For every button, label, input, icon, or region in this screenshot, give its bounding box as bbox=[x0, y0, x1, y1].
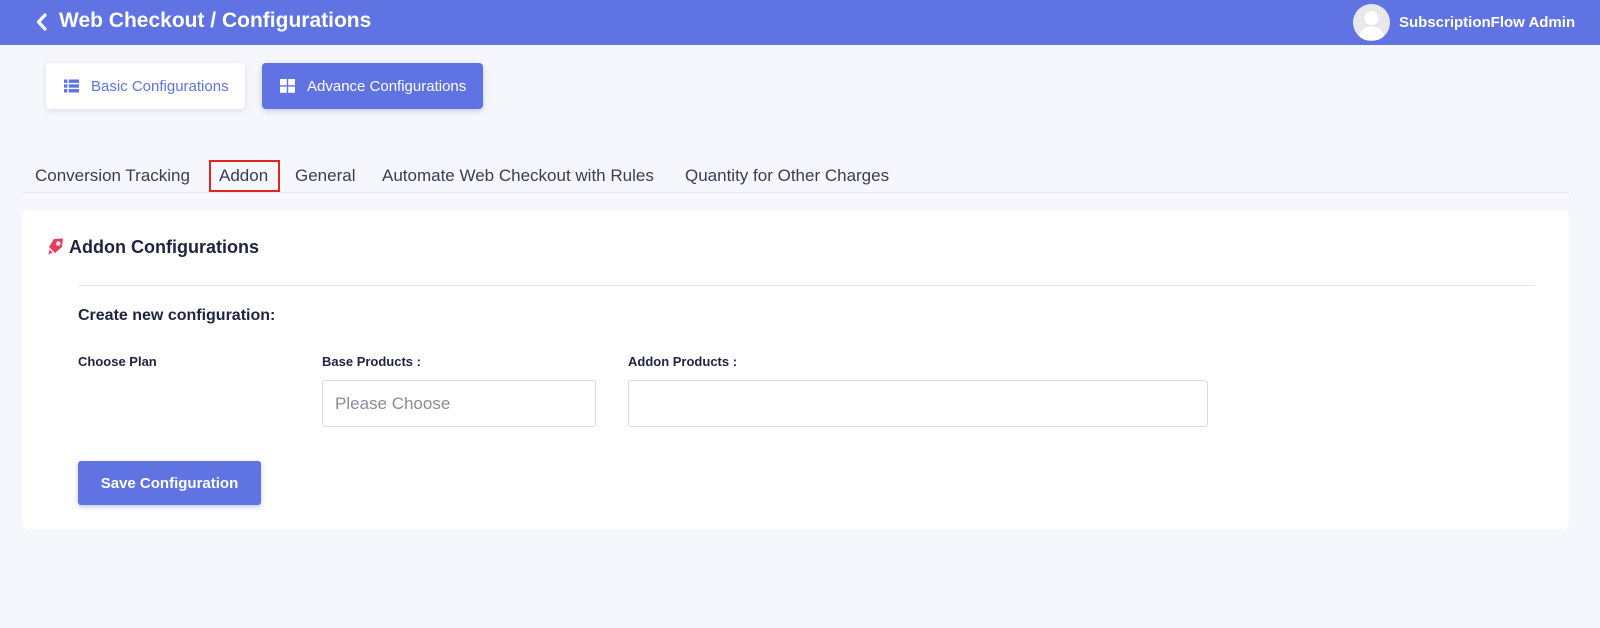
top-bar: Web Checkout / Configurations Subscripti… bbox=[0, 0, 1600, 45]
save-configuration-button[interactable]: Save Configuration bbox=[78, 461, 261, 505]
tab-quantity-other-charges[interactable]: Quantity for Other Charges bbox=[685, 166, 889, 186]
user-avatar-icon[interactable] bbox=[1353, 4, 1390, 41]
base-products-select[interactable]: Please Choose bbox=[322, 380, 596, 427]
base-products-placeholder: Please Choose bbox=[335, 393, 451, 413]
addon-configurations-card: Addon Configurations Create new configur… bbox=[22, 210, 1569, 529]
basic-configurations-button[interactable]: Basic Configurations bbox=[46, 63, 245, 109]
tab-addon[interactable]: Addon bbox=[219, 166, 268, 186]
page-title: Web Checkout / Configurations bbox=[59, 9, 372, 32]
advance-configurations-button[interactable]: Advance Configurations bbox=[262, 63, 483, 109]
divider bbox=[78, 285, 1535, 286]
chevron-left-icon[interactable] bbox=[34, 12, 50, 32]
choose-plan-label: Choose Plan bbox=[78, 354, 157, 369]
grid-icon bbox=[280, 79, 295, 93]
section-heading: Create new configuration: bbox=[78, 307, 276, 324]
user-name[interactable]: SubscriptionFlow Admin bbox=[1399, 14, 1575, 31]
tab-automate-web-checkout[interactable]: Automate Web Checkout with Rules bbox=[382, 166, 654, 186]
config-tabs: Conversion Tracking Addon General Automa… bbox=[22, 160, 1569, 193]
list-icon bbox=[64, 79, 79, 93]
card-title: Addon Configurations bbox=[69, 237, 259, 257]
addon-icon bbox=[48, 238, 63, 255]
tab-conversion-tracking[interactable]: Conversion Tracking bbox=[35, 166, 190, 186]
addon-products-label: Addon Products : bbox=[628, 354, 738, 369]
basic-configurations-label: Basic Configurations bbox=[91, 77, 229, 95]
base-products-label: Base Products : bbox=[322, 354, 421, 369]
advance-configurations-label: Advance Configurations bbox=[307, 77, 467, 95]
tab-general[interactable]: General bbox=[295, 166, 355, 186]
addon-products-select[interactable] bbox=[628, 380, 1208, 427]
